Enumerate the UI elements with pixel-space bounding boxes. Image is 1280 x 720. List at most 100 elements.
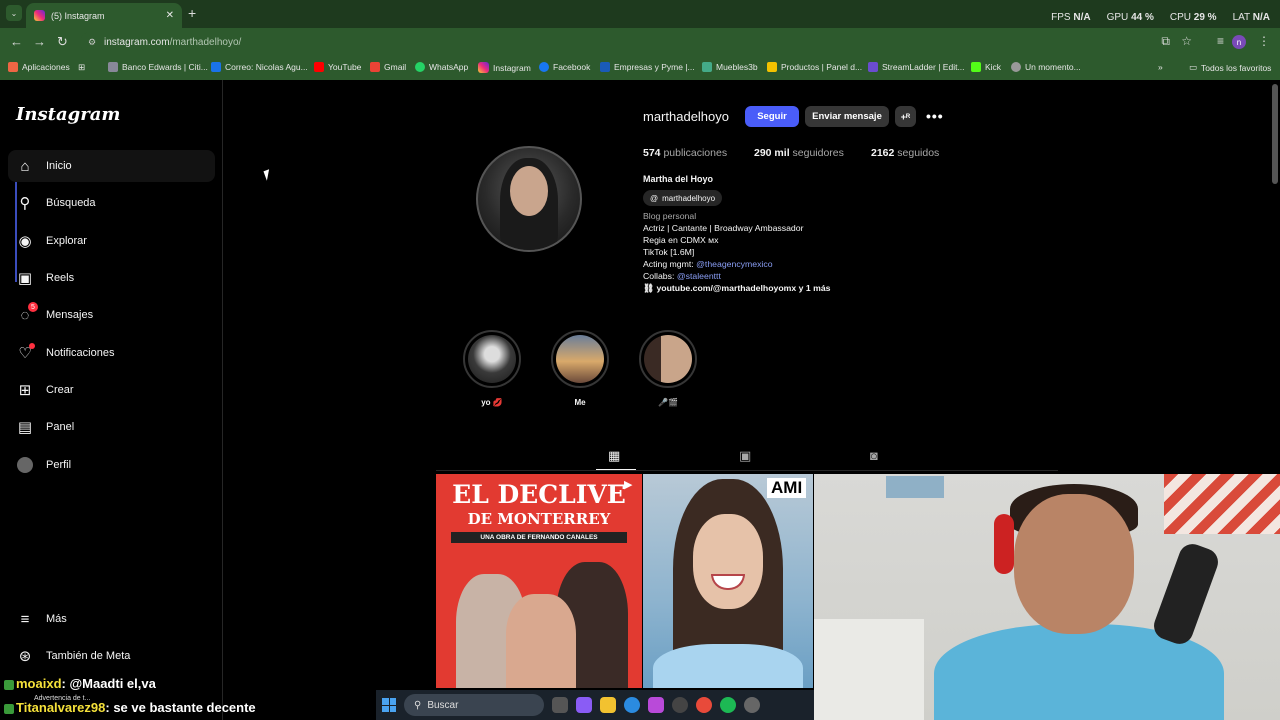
cpu-label: CPU [1169, 12, 1191, 23]
dell-icon[interactable] [672, 697, 688, 713]
chrome-icon[interactable] [696, 697, 712, 713]
bookmark-facebook[interactable]: Facebook [539, 62, 590, 72]
reload-icon[interactable]: ↻ [57, 34, 68, 50]
bookmark-apps[interactable]: Aplicaciones [8, 62, 70, 72]
sidebar-item-label: Inicio [46, 160, 72, 172]
tab-search-icon[interactable]: ⌄ [6, 5, 22, 21]
bookmark-productos[interactable]: Productos | Panel d... [767, 62, 862, 72]
install-app-icon[interactable]: ⧉ [1161, 34, 1170, 49]
streamladder-icon [868, 62, 878, 72]
bookmark-label: Facebook [553, 62, 591, 72]
edge-icon[interactable] [624, 697, 640, 713]
chat-username: moaixd [16, 676, 62, 691]
bookmark-empresas[interactable]: Empresas y Pyme |... [600, 62, 695, 72]
bio-external-link[interactable]: ⛓ youtube.com/@marthadelhoyomx y 1 más [643, 283, 831, 294]
store-icon[interactable] [648, 697, 664, 713]
followers-stat[interactable]: 290 mil seguidores [754, 147, 844, 159]
threads-link[interactable]: @ marthadelhoyo [643, 190, 723, 206]
sidebar-item-notificaciones[interactable]: ♡ Notificaciones [8, 337, 215, 369]
sidebar-item-mas[interactable]: ≡ Más [8, 603, 215, 635]
bookmarks-overflow-icon[interactable]: » [1158, 62, 1163, 72]
bookmark-star-icon[interactable]: ☆ [1181, 34, 1192, 48]
forward-icon[interactable]: → [33, 34, 46, 49]
sidebar-item-meta[interactable]: ⊛ También de Meta [8, 640, 215, 672]
bookmark-label: WhatsApp [429, 62, 469, 72]
post-thumbnail[interactable]: EL DECLIVE DE MONTERREY UNA OBRA DE FERN… [436, 474, 642, 688]
more-options-icon[interactable]: ••• [926, 108, 944, 124]
menu-dots-icon[interactable]: ⋮ [1258, 34, 1270, 48]
spotify-icon[interactable] [720, 697, 736, 713]
profile-avatar[interactable] [476, 146, 582, 252]
bookmark-whatsapp[interactable]: WhatsApp [415, 62, 468, 72]
all-favorites[interactable]: ▭ Todos los favoritos [1189, 62, 1271, 73]
sidebar-item-mensajes[interactable]: ◌ 5 Mensajes [8, 299, 215, 331]
highlight-yo[interactable]: yo 💋 [463, 330, 521, 407]
bookmark-kick[interactable]: Kick [971, 62, 1001, 72]
bookmark-instagram[interactable]: Instagram [478, 62, 531, 73]
page-scrollbar[interactable] [1272, 84, 1278, 184]
new-tab-button[interactable]: + [188, 5, 196, 21]
address-bar[interactable]: ⚙ instagram.com/marthadelhoyo/ [80, 32, 1200, 53]
bookmark-streamladder[interactable]: StreamLadder | Edit... [868, 62, 965, 72]
back-icon[interactable]: ← [10, 34, 23, 49]
copilot-icon[interactable] [576, 697, 592, 713]
collabs-link[interactable]: @staleenttt [677, 271, 721, 281]
bookmark-label: Empresas y Pyme |... [614, 62, 695, 72]
sidebar-item-perfil[interactable]: Perfil [8, 449, 215, 481]
following-stat[interactable]: 2162 seguidos [871, 147, 939, 159]
instagram-logo[interactable]: Instagram [16, 104, 120, 125]
tab-tagged-icon[interactable]: ◙ [870, 448, 878, 463]
site-info-icon[interactable]: ⚙ [88, 37, 96, 48]
close-tab-icon[interactable]: ✕ [166, 10, 174, 21]
bookmark-muebles[interactable]: Muebles3b [702, 62, 758, 72]
heart-icon: ♡ [16, 343, 35, 362]
profile-avatar-icon[interactable]: n [1232, 35, 1246, 49]
highlight-stage[interactable]: 🎤🎬 [639, 330, 697, 407]
webcam-overlay [814, 474, 1280, 720]
bookmark-gmail[interactable]: Gmail [370, 62, 406, 72]
folder-icon: ▭ [1189, 62, 1198, 72]
windows-taskbar: ⚲ Buscar [376, 690, 814, 720]
gpu-label: GPU [1106, 12, 1129, 23]
send-message-button[interactable]: Enviar mensaje [805, 106, 889, 127]
sidebar-item-label: Notificaciones [46, 347, 115, 359]
messenger-icon: ◌ 5 [16, 302, 38, 324]
bookmark-label: Kick [985, 62, 1002, 72]
post-thumbnail[interactable]: AMI [643, 474, 813, 688]
taskbar-search[interactable]: ⚲ Buscar [404, 694, 544, 716]
windows-start-icon[interactable] [382, 698, 396, 712]
settings-gear-icon[interactable] [744, 697, 760, 713]
task-view-icon[interactable] [552, 697, 568, 713]
bookmark-youtube[interactable]: YouTube [314, 62, 361, 72]
bio-line: Actriz | Cantante | Broadway Ambassador [643, 223, 804, 233]
sidebar-item-panel[interactable]: ▤ Panel [8, 411, 215, 443]
file-explorer-icon[interactable] [600, 697, 616, 713]
sidebar-item-crear[interactable]: ⊞ Crear [8, 374, 215, 406]
media-controls-icon[interactable]: ≡ [1217, 34, 1224, 48]
bookmark-label: Todos los favoritos [1201, 62, 1272, 73]
highlight-me[interactable]: Me [551, 330, 609, 407]
bio-acting: Acting mgmt: @theagencymexico [643, 259, 773, 269]
bookmark-banco[interactable]: Banco Edwards | Citi... [108, 62, 208, 72]
mouse-cursor-icon [263, 169, 273, 181]
url-host: instagram.com [104, 37, 170, 48]
sidebar-item-inicio[interactable]: ⌂ Inicio [8, 150, 215, 182]
browser-tab-instagram[interactable]: (5) Instagram ✕ [26, 3, 182, 28]
home-icon: ⌂ [20, 157, 30, 175]
chat-message: Titanalvarez98: se ve bastante decente [4, 700, 256, 715]
sidebar-item-explorar[interactable]: ◉ Explorar [8, 225, 215, 257]
tab-reels-icon[interactable]: ▣ [739, 448, 751, 464]
bookmark-grid[interactable]: ⊞ [78, 62, 85, 73]
suggested-users-button[interactable]: +ᴿ [895, 106, 916, 127]
bookmarks-bar: Aplicaciones ⊞ Banco Edwards | Citi... C… [0, 56, 1280, 80]
lat-label: LAT [1232, 12, 1250, 23]
fps-value: N/A [1073, 12, 1091, 23]
acting-mgmt-link[interactable]: @theagencymexico [696, 259, 772, 269]
bookmark-un-momento[interactable]: Un momento... [1011, 62, 1081, 72]
bookmark-correo[interactable]: Correo: Nicolas Agu... [211, 62, 308, 72]
bookmark-label: Muebles3b [716, 62, 758, 72]
sidebar-item-busqueda[interactable]: ⚲ Búsqueda [8, 187, 215, 219]
follow-button[interactable]: Seguir [745, 106, 799, 127]
sidebar-item-reels[interactable]: ▣ Reels [8, 262, 215, 294]
tab-posts-grid-icon[interactable]: ▦ [608, 448, 620, 464]
